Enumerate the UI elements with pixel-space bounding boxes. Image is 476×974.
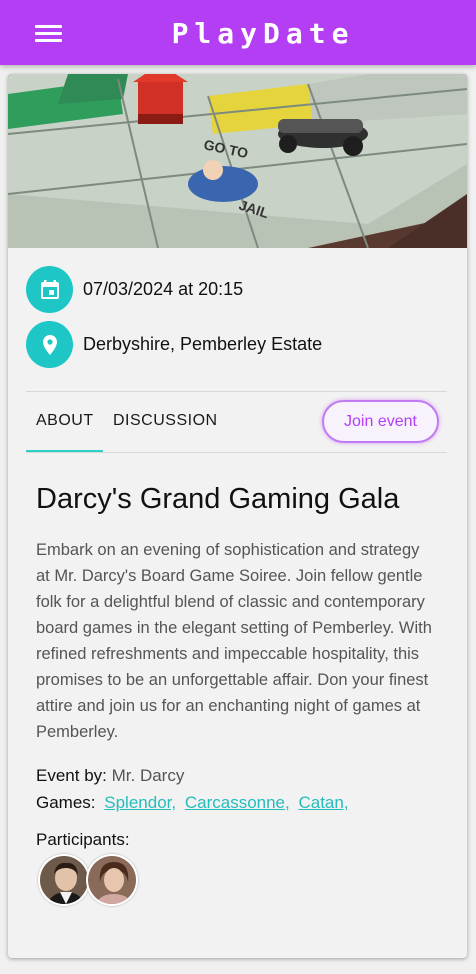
event-organizer: Event by: Mr. Darcy [36, 766, 184, 786]
divider [26, 391, 447, 392]
app-bar: PlayDate [0, 0, 476, 65]
event-card: GO TO JAIL 07/03/2024 at 20:15 Derbyshir… [8, 74, 467, 958]
event-location-row: Derbyshire, Pemberley Estate [26, 321, 322, 368]
location-pin-icon [26, 321, 73, 368]
event-hero-image: GO TO JAIL [8, 74, 467, 248]
game-link-splendor[interactable]: Splendor, [104, 793, 176, 812]
game-link-catan[interactable]: Catan, [298, 793, 348, 812]
event-organizer-name: Mr. Darcy [111, 766, 185, 785]
event-games: Games: Splendor, Carcassonne, Catan, [36, 793, 349, 813]
tab-about[interactable]: About [36, 412, 94, 430]
event-description: Embark on an evening of sophistication a… [36, 541, 432, 741]
event-by-label: Event by: [36, 766, 107, 785]
tabs-divider [26, 452, 447, 453]
tab-discussion[interactable]: Discussion [113, 412, 218, 430]
calendar-icon [26, 266, 73, 313]
join-event-button[interactable]: Join event [322, 400, 439, 443]
event-title: Darcy's Grand Gaming Gala [36, 483, 400, 515]
event-datetime-row: 07/03/2024 at 20:15 [26, 266, 243, 313]
game-link-carcassonne[interactable]: Carcassonne, [185, 793, 290, 812]
participants-label: Participants: [36, 830, 130, 849]
participants-list [38, 854, 138, 906]
games-label: Games: [36, 793, 96, 812]
participant-avatar[interactable] [86, 854, 138, 906]
participant-avatar[interactable] [38, 854, 90, 906]
event-location: Derbyshire, Pemberley Estate [83, 334, 323, 354]
event-datetime: 07/03/2024 at 20:15 [83, 279, 244, 299]
app-title: PlayDate [171, 17, 355, 50]
